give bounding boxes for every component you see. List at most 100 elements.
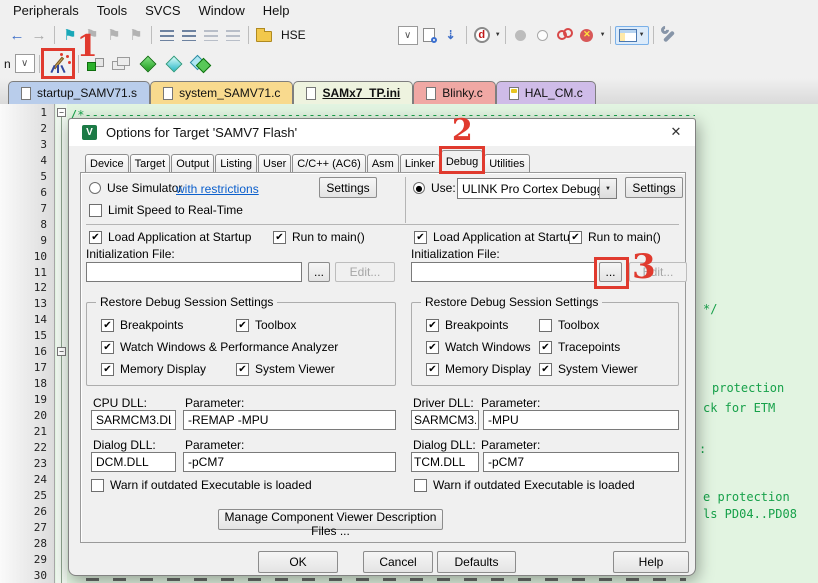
open-folder-icon[interactable] — [254, 25, 274, 45]
tab-samx7-tp-ini[interactable]: SAMx7_TP.ini — [293, 81, 413, 104]
use-debugger-radio[interactable]: ● Use: — [413, 181, 456, 195]
clear-bookmarks-icon[interactable]: ⚑ — [126, 25, 146, 45]
use-simulator-radio[interactable]: Use Simulator — [89, 181, 182, 195]
tab-output[interactable]: Output — [171, 154, 214, 173]
comment-icon[interactable] — [201, 25, 221, 45]
system-viewer-checkbox-left[interactable]: ✔System Viewer — [236, 362, 335, 376]
uvision-logo-icon: V — [82, 125, 97, 140]
tab-hal-cm-c[interactable]: HAL_CM.c — [496, 81, 596, 104]
select-software-packs-icon[interactable] — [162, 54, 186, 74]
tab-listing[interactable]: Listing — [215, 154, 257, 173]
search-combo-dropdown[interactable]: ∨ — [398, 26, 418, 45]
tab-user[interactable]: User — [258, 154, 291, 173]
toggle-breakpoint-icon[interactable] — [555, 25, 575, 45]
fold-marker-line16[interactable]: − — [57, 347, 66, 356]
driver-dll-input[interactable] — [411, 410, 479, 430]
dialog-param-input-right[interactable] — [483, 452, 679, 472]
close-icon[interactable]: ✕ — [665, 122, 687, 142]
limit-speed-checkbox[interactable]: Limit Speed to Real-Time — [89, 203, 243, 217]
menu-item[interactable]: Window — [190, 1, 254, 20]
dialog-dll-input-right[interactable] — [411, 452, 479, 472]
fold-marker-line1[interactable]: − — [57, 108, 66, 117]
cancel-button[interactable]: Cancel — [363, 551, 433, 573]
load-app-checkbox-right[interactable]: ✔ Load Application at Startup — [414, 230, 576, 244]
next-bookmark-icon[interactable]: ⚑ — [104, 25, 124, 45]
dialog-dll-input-left[interactable] — [91, 452, 176, 472]
menu-item[interactable]: Help — [254, 1, 299, 20]
driver-param-input[interactable] — [483, 410, 679, 430]
tab-linker[interactable]: Linker — [400, 154, 440, 173]
browse-button-left[interactable]: ... — [308, 262, 330, 282]
debugger-select[interactable]: ULINK Pro Cortex Debugger ▼ — [457, 178, 617, 199]
defaults-button[interactable]: Defaults — [437, 551, 516, 573]
simulator-settings-button[interactable]: Settings — [319, 177, 377, 198]
help-button[interactable]: Help — [613, 551, 689, 573]
target-combo-dropdown[interactable]: ∨ — [15, 54, 35, 73]
warn-outdated-checkbox-right[interactable]: Warn if outdated Executable is loaded — [414, 478, 635, 492]
tab-device[interactable]: Device — [85, 154, 129, 173]
options-for-target-button[interactable]: 1 — [44, 51, 74, 77]
menu-item[interactable]: Tools — [88, 1, 136, 20]
load-application-icon[interactable] — [84, 54, 108, 74]
breakpoints-checkbox-right[interactable]: ✔Breakpoints — [426, 318, 508, 332]
init-file-input-left[interactable] — [86, 262, 302, 282]
divider — [405, 177, 406, 223]
dropdown-caret-icon[interactable]: ▼ — [600, 32, 606, 38]
window-layout-button[interactable]: ▼ — [615, 26, 649, 45]
tab-startup-samv71[interactable]: startup_SAMV71.s — [8, 81, 150, 104]
tab-blinky-c[interactable]: Blinky.c — [413, 81, 495, 104]
system-viewer-checkbox-right[interactable]: ✔System Viewer — [539, 362, 638, 376]
init-file-input-right[interactable] — [411, 262, 595, 282]
tracepoints-checkbox-right[interactable]: ✔Tracepoints — [539, 340, 620, 354]
ok-button[interactable]: OK — [258, 551, 338, 573]
menu-item[interactable]: Peripherals — [4, 1, 88, 20]
file-icon — [426, 87, 436, 100]
debugger-settings-button[interactable]: Settings — [625, 177, 683, 198]
dialog-title-bar[interactable]: V Options for Target 'SAMV7 Flash' ✕ — [69, 119, 695, 146]
warn-outdated-checkbox-left[interactable]: Warn if outdated Executable is loaded — [91, 478, 312, 492]
tab-cc-ac6[interactable]: C/C++ (AC6) — [292, 154, 366, 173]
browse-button-right[interactable]: ... 3 — [599, 262, 622, 282]
kill-breakpoints-icon[interactable]: ✕ — [577, 25, 597, 45]
options-wand-icon — [49, 55, 69, 73]
line-number: 3 — [0, 137, 47, 153]
indent-icon[interactable] — [157, 25, 177, 45]
line-number: 22 — [0, 440, 47, 456]
dialog-param-input-left[interactable] — [183, 452, 396, 472]
tab-target[interactable]: Target — [130, 154, 171, 173]
with-restrictions-link[interactable]: with restrictions — [176, 182, 259, 196]
debug-session-icon[interactable]: d — [472, 25, 492, 45]
tab-utilities[interactable]: Utilities — [484, 154, 529, 173]
memory-display-checkbox-left[interactable]: ✔Memory Display — [101, 362, 206, 376]
manage-project-items-icon[interactable] — [110, 54, 134, 74]
tab-debug[interactable]: Debug2 — [441, 150, 483, 172]
manage-rte-icon[interactable] — [136, 54, 160, 74]
toolbox-checkbox-left[interactable]: ✔Toolbox — [236, 318, 296, 332]
run-to-main-checkbox-left[interactable]: ✔ Run to main() — [273, 230, 365, 244]
back-arrow-icon[interactable]: ← — [7, 25, 27, 45]
prev-bookmark-icon[interactable]: ⚑ — [82, 25, 102, 45]
uncomment-icon[interactable] — [223, 25, 243, 45]
menu-item[interactable]: SVCS — [136, 1, 189, 20]
pack-installer-icon[interactable] — [188, 54, 214, 74]
incremental-find-icon[interactable]: ⇣ — [441, 25, 461, 45]
manage-component-viewer-button[interactable]: Manage Component Viewer Description File… — [218, 509, 443, 530]
tab-asm[interactable]: Asm — [367, 154, 399, 173]
combo-arrow-icon[interactable]: ▼ — [599, 179, 616, 198]
memory-display-checkbox-right[interactable]: ✔Memory Display — [426, 362, 531, 376]
watch-windows-checkbox-right[interactable]: ✔Watch Windows — [426, 340, 531, 354]
find-in-files-icon[interactable] — [419, 25, 439, 45]
toggle-bookmark-icon[interactable]: ⚑ — [60, 25, 80, 45]
forward-arrow-icon[interactable]: → — [29, 25, 49, 45]
dropdown-caret-icon[interactable]: ▼ — [495, 32, 501, 38]
cpu-dll-input[interactable] — [91, 410, 176, 430]
tab-system-samv71[interactable]: system_SAMV71.c — [150, 81, 293, 104]
configure-wrench-icon[interactable] — [659, 25, 679, 45]
watch-windows-checkbox-left[interactable]: ✔Watch Windows & Performance Analyzer — [101, 340, 338, 354]
run-to-main-checkbox-right[interactable]: ✔ Run to main() — [569, 230, 661, 244]
toolbox-checkbox-right[interactable]: Toolbox — [539, 318, 599, 332]
breakpoints-checkbox-left[interactable]: ✔Breakpoints — [101, 318, 183, 332]
cpu-param-input[interactable] — [183, 410, 396, 430]
outdent-icon[interactable] — [179, 25, 199, 45]
load-app-checkbox-left[interactable]: ✔ Load Application at Startup — [89, 230, 251, 244]
